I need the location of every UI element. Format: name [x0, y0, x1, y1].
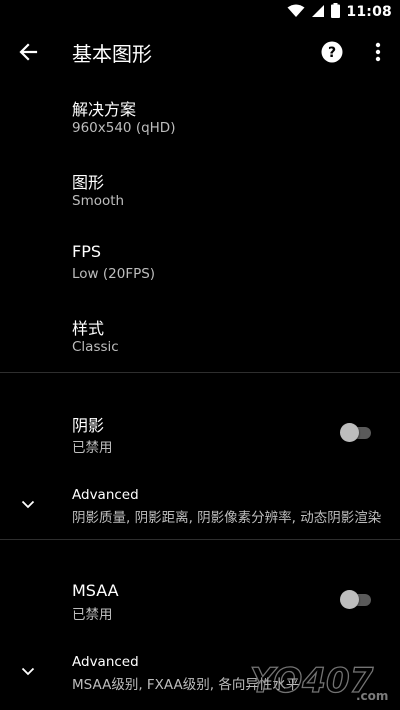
pref-title: 图形: [72, 173, 105, 192]
battery-icon: [331, 2, 341, 22]
msaa-toggle[interactable]: [340, 589, 374, 609]
more-vert-icon: [375, 42, 381, 62]
status-icons: 11:08: [287, 2, 392, 22]
switch-thumb: [340, 590, 359, 609]
pref-msaa[interactable]: MSAA 已禁用: [0, 573, 400, 633]
help-icon: ?: [321, 41, 343, 63]
pref-title: Advanced: [72, 654, 139, 670]
shadow-toggle[interactable]: [340, 422, 374, 442]
switch-thumb: [340, 423, 359, 442]
pref-summary: Smooth: [72, 193, 125, 209]
more-options-button[interactable]: [366, 40, 390, 64]
screen: 11:08 基本图形 ? 解决方案 960x540 (qHD) 图形 Smoot…: [0, 0, 400, 710]
pref-title: 阴影: [72, 416, 105, 435]
pref-resolution[interactable]: 解决方案 960x540 (qHD): [0, 88, 400, 152]
pref-title: 样式: [72, 319, 105, 338]
pref-summary: 960x540 (qHD): [72, 120, 176, 136]
pref-title: MSAA: [72, 581, 119, 600]
pref-style[interactable]: 样式 Classic: [0, 307, 400, 371]
status-bar: 11:08: [0, 0, 400, 24]
pref-title: 解决方案: [72, 100, 137, 119]
pref-summary: Classic: [72, 339, 119, 355]
pref-graphics[interactable]: 图形 Smooth: [0, 161, 400, 225]
back-button[interactable]: [12, 36, 44, 68]
pref-fps[interactable]: FPS Low (20FPS): [0, 234, 400, 298]
status-time: 11:08: [346, 4, 392, 20]
app-bar: 基本图形 ?: [0, 24, 400, 80]
pref-summary: Low (20FPS): [72, 266, 156, 282]
divider: [0, 539, 400, 540]
pref-shadow-advanced[interactable]: Advanced 阴影质量, 阴影距离, 阴影像素分辨率, 动态阴影渲染: [0, 484, 400, 528]
pref-shadow[interactable]: 阴影 已禁用: [0, 404, 400, 464]
page-title: 基本图形: [72, 42, 152, 66]
pref-summary: 已禁用: [72, 607, 113, 623]
pref-title: FPS: [72, 242, 102, 261]
svg-text:?: ?: [328, 45, 336, 61]
signal-icon: [311, 3, 325, 22]
help-button[interactable]: ?: [320, 40, 344, 64]
watermark-logo: YO407 .com: [248, 656, 398, 706]
pref-title: Advanced: [72, 487, 139, 503]
watermark-suffix: .com: [356, 689, 388, 703]
pref-summary: 阴影质量, 阴影距离, 阴影像素分辨率, 动态阴影渲染: [72, 510, 382, 526]
divider: [0, 372, 400, 373]
wifi-icon: [287, 3, 305, 22]
pref-summary: 已禁用: [72, 440, 113, 456]
back-arrow-icon: [19, 43, 38, 61]
chevron-down-icon: [16, 492, 40, 516]
chevron-down-icon: [16, 659, 40, 683]
